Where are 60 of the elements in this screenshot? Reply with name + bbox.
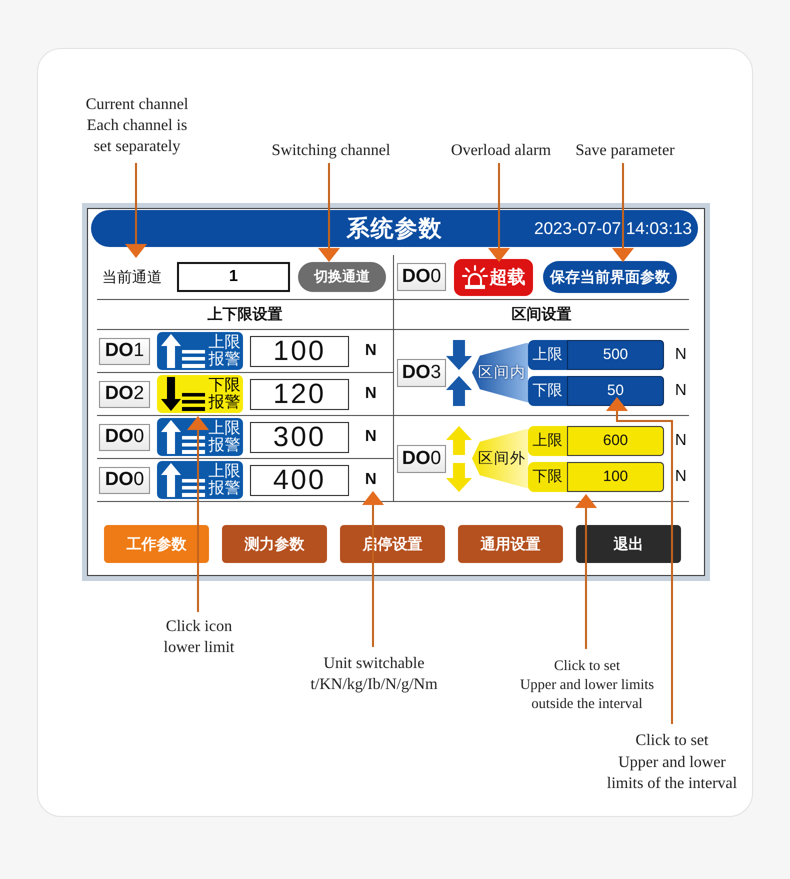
limit-label: 下限 bbox=[528, 376, 567, 406]
nav-button[interactable]: 退出 bbox=[576, 525, 681, 563]
unit-label: N bbox=[365, 471, 377, 489]
alarm-type-button[interactable]: 上限报警 bbox=[157, 332, 243, 370]
callout-text: Click to set Upper and lower limits of the interval bbox=[606, 731, 738, 794]
limit-label: 上限 bbox=[528, 426, 567, 456]
output-tag: DO0 bbox=[99, 466, 150, 494]
value-field[interactable]: 600 bbox=[567, 426, 664, 456]
output-tag: DO2 bbox=[99, 380, 150, 408]
nav-button[interactable]: 测力参数 bbox=[222, 525, 327, 563]
limit-label: 下限 bbox=[528, 462, 567, 492]
callout-text: Click icon lower limit bbox=[164, 617, 234, 658]
unit-label: N bbox=[675, 432, 687, 450]
switch-channel-button[interactable]: 切换通道 bbox=[298, 262, 386, 292]
unit-label: N bbox=[365, 385, 377, 403]
screen-title: 系统参数 bbox=[346, 214, 442, 243]
alarm-type-button[interactable]: 上限报警 bbox=[157, 461, 243, 499]
callout-text: Unit switchable t/KN/kg/Ib/N/g/Nm bbox=[310, 654, 438, 695]
up-arrow-lines-icon bbox=[161, 463, 205, 497]
converging-arrows-icon bbox=[446, 340, 472, 406]
save-parameters-button[interactable]: 保存当前界面参数 bbox=[543, 261, 677, 293]
callout-text: Click to set Upper and lower limits outside the interval bbox=[520, 657, 654, 714]
output-tag: DO0 bbox=[397, 263, 446, 291]
interval-tag: 区间外 bbox=[472, 428, 528, 488]
down-arrow-lines-icon bbox=[161, 377, 205, 411]
output-tag: DO3 bbox=[397, 358, 446, 386]
value-field[interactable]: 500 bbox=[567, 340, 664, 370]
unit-label: N bbox=[675, 382, 687, 400]
value-field[interactable]: 50 bbox=[567, 376, 664, 406]
section-title: 上下限设置 bbox=[208, 305, 282, 324]
section-title: 区间设置 bbox=[512, 305, 572, 324]
overload-alarm-button[interactable]: 超载 bbox=[454, 258, 533, 296]
limit-label: 上限 bbox=[528, 340, 567, 370]
callout-text: Current channel Each channel is set separately bbox=[86, 95, 188, 157]
callout-text: Switching channel bbox=[272, 141, 390, 161]
value-field[interactable]: 400 bbox=[250, 464, 349, 496]
unit-label: N bbox=[365, 428, 377, 446]
callout-text: Overload alarm bbox=[451, 141, 551, 161]
date-time: 2023-07-07 14:03:13 bbox=[534, 218, 693, 238]
unit-label: N bbox=[675, 346, 687, 364]
nav-button[interactable]: 通用设置 bbox=[458, 525, 563, 563]
up-arrow-lines-icon bbox=[161, 420, 205, 454]
value-field[interactable]: 120 bbox=[250, 378, 349, 410]
unit-label: N bbox=[365, 342, 377, 360]
value-field[interactable]: 100 bbox=[567, 462, 664, 492]
value-field[interactable]: 300 bbox=[250, 422, 349, 452]
output-tag: DO0 bbox=[99, 424, 150, 450]
output-tag: DO1 bbox=[99, 338, 150, 364]
alarm-type-button[interactable]: 上限报警 bbox=[157, 418, 243, 456]
value-field[interactable]: 100 bbox=[250, 336, 349, 366]
interval-tag: 区间内 bbox=[472, 342, 528, 402]
callout-text: Save parameter bbox=[575, 141, 675, 161]
diverging-arrows-icon bbox=[446, 426, 472, 492]
channel-field[interactable]: 1 bbox=[177, 262, 290, 292]
siren-icon bbox=[462, 265, 488, 289]
output-tag: DO0 bbox=[397, 444, 446, 472]
alarm-type-button[interactable]: 下限报警 bbox=[157, 375, 243, 413]
unit-label: N bbox=[675, 468, 687, 486]
up-arrow-lines-icon bbox=[161, 334, 205, 368]
channel-label: 当前通道 bbox=[102, 268, 163, 286]
